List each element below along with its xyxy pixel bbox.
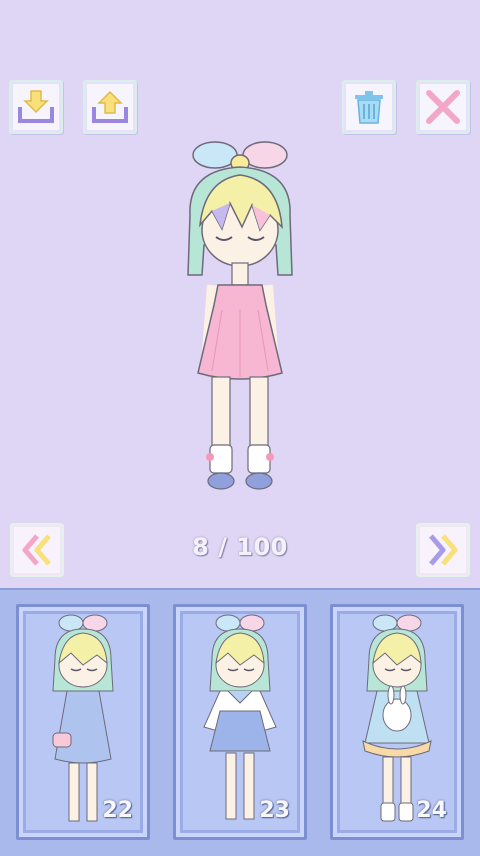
close-button[interactable]: [416, 80, 470, 134]
delete-button[interactable]: [342, 80, 396, 134]
outfit-number: 23: [259, 798, 290, 823]
close-icon: [426, 90, 460, 124]
double-chevron-right-icon: [429, 534, 458, 566]
save-button[interactable]: [9, 80, 63, 134]
outfit-card-22[interactable]: 22: [16, 604, 150, 840]
outfit-card-23[interactable]: 23: [173, 604, 307, 840]
outfit-number: 22: [102, 798, 133, 823]
next-outfit-button[interactable]: [416, 523, 470, 577]
outfit-card-24[interactable]: 24: [330, 604, 464, 840]
share-button[interactable]: [83, 80, 137, 134]
share-icon: [92, 90, 128, 123]
outfit-number: 24: [416, 798, 447, 823]
character-figure: [187, 141, 293, 490]
save-icon: [18, 90, 54, 123]
trash-icon: [355, 91, 383, 124]
outfit-counter: 8 / 100: [192, 533, 288, 561]
